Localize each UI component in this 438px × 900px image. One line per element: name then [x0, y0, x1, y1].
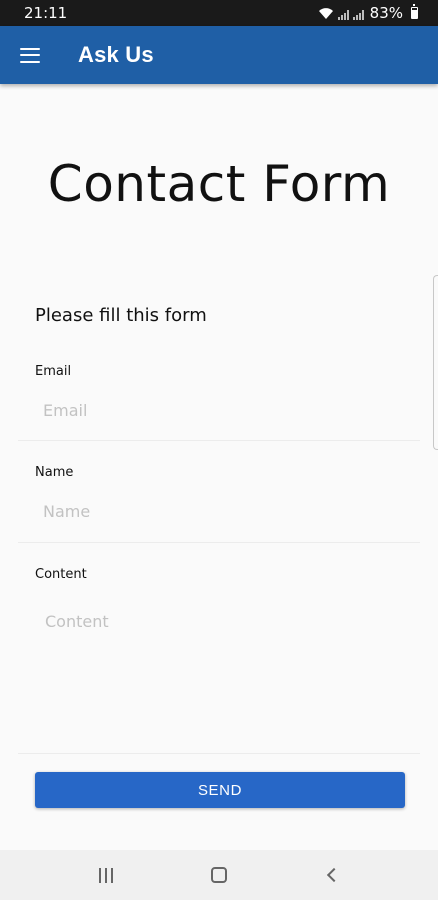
- home-icon: [210, 867, 227, 883]
- edge-panel-handle[interactable]: [433, 275, 438, 450]
- battery-icon: [411, 4, 418, 19]
- cell-signal-icon: [337, 10, 349, 20]
- system-nav-bar: [0, 850, 438, 900]
- content-label: Content: [35, 567, 87, 582]
- divider: [18, 542, 420, 543]
- page-title: Contact Form: [47, 155, 391, 213]
- hamburger-menu-icon: [20, 47, 40, 63]
- name-label: Name: [35, 465, 74, 480]
- back-icon: [326, 867, 341, 883]
- email-field[interactable]: [35, 392, 425, 428]
- email-label: Email: [35, 364, 72, 379]
- screen: 21:11 83% Ask Us Contact Form Please fil…: [0, 0, 438, 900]
- battery-percent: 83%: [369, 4, 403, 22]
- content-field[interactable]: [37, 603, 427, 639]
- back-button[interactable]: [312, 855, 352, 895]
- app-bar: Ask Us: [0, 26, 438, 84]
- status-icons: 83%: [318, 4, 418, 22]
- form-heading: Please fill this form: [35, 305, 207, 326]
- home-button[interactable]: [199, 855, 239, 895]
- wifi-icon: [318, 8, 333, 19]
- status-time: 21:11: [24, 4, 68, 22]
- cell-signal-icon-2: [352, 10, 364, 20]
- recent-apps-icon: [99, 867, 114, 883]
- menu-button[interactable]: [0, 26, 60, 84]
- send-button[interactable]: SEND: [35, 772, 405, 808]
- divider: [18, 753, 420, 754]
- divider: [18, 440, 420, 441]
- name-field[interactable]: [35, 493, 425, 529]
- signal-group: [318, 6, 364, 20]
- app-title: Ask Us: [78, 42, 154, 67]
- recent-apps-button[interactable]: [86, 855, 126, 895]
- status-bar: 21:11 83%: [0, 0, 438, 26]
